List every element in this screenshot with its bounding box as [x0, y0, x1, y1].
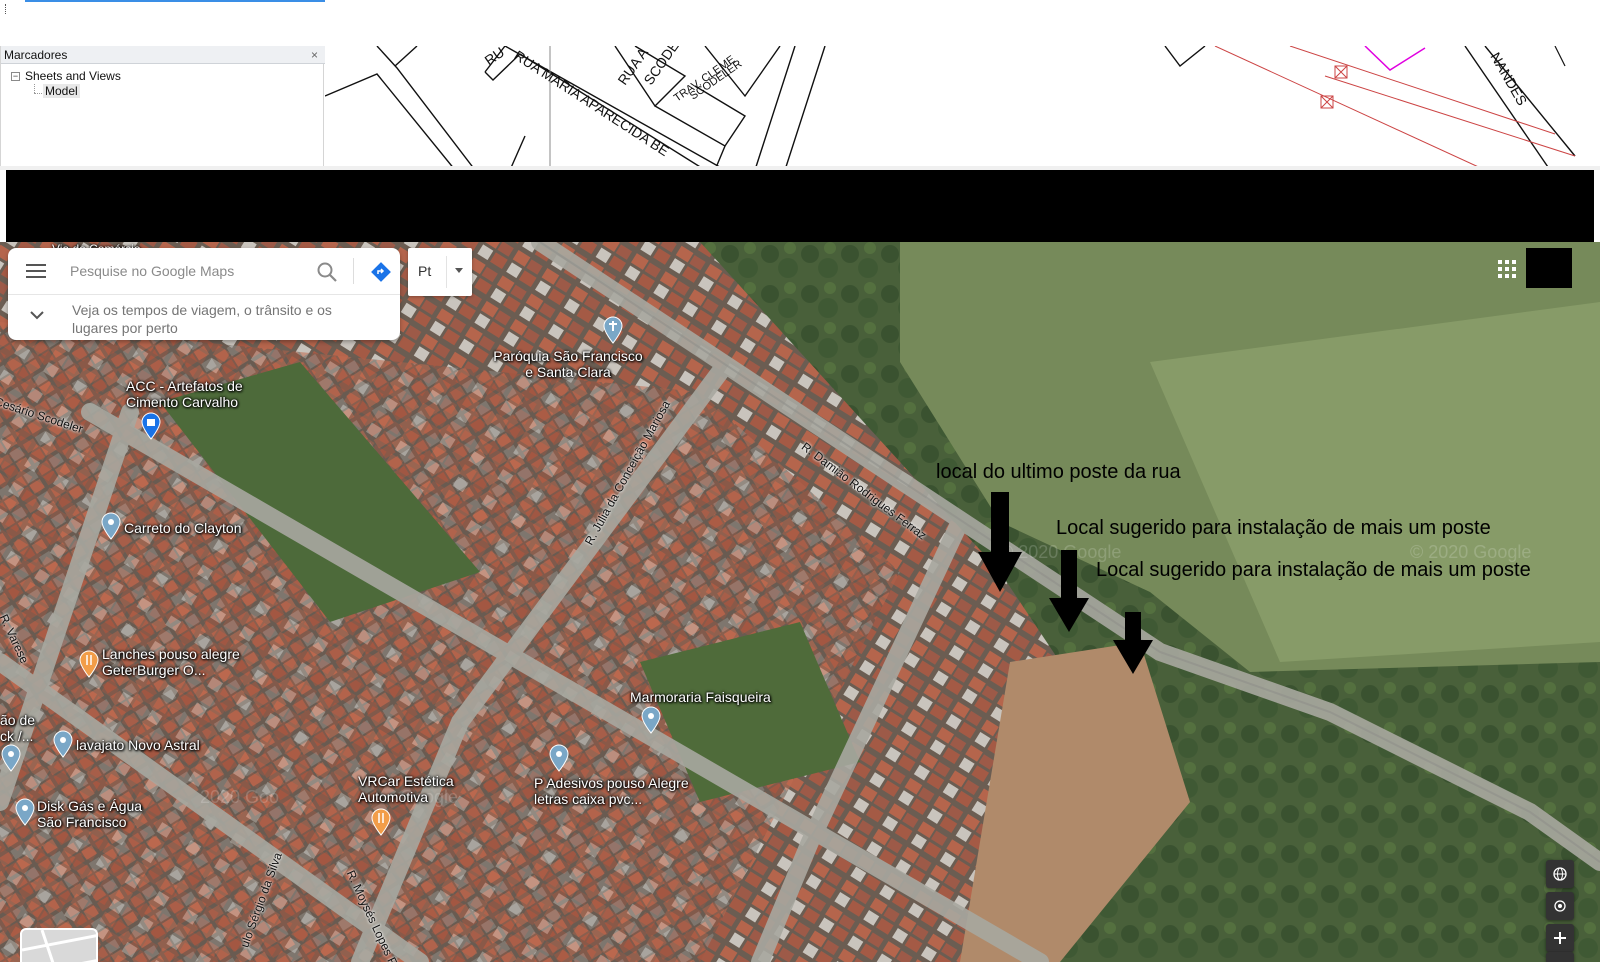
cad-application: Marcadores × − Sheets and Views Model RU… [0, 0, 1600, 170]
fork-knife-pin-icon[interactable] [370, 808, 392, 836]
down-arrow-icon [978, 492, 1022, 592]
tree-connector [34, 84, 35, 93]
satellite-imagery [0, 242, 1600, 962]
down-arrow-icon [1113, 612, 1153, 674]
layers-thumbnail[interactable] [20, 928, 98, 962]
shopping-bag-pin-icon[interactable] [140, 412, 162, 440]
place-label-padesivos[interactable]: P Adesivos pouso Alegre letras caixa pvc… [534, 775, 694, 807]
place-label-marmoraria[interactable]: Marmoraria Faisqueira [630, 689, 771, 705]
divider [353, 258, 354, 284]
bookmarks-title-text: Marcadores [4, 48, 68, 62]
place-name: ACC - Artefatos de Cimento Carvalho [126, 378, 243, 410]
zoom-out-button[interactable] [1546, 952, 1574, 962]
directions-icon[interactable] [370, 261, 392, 283]
screenshot-root: Marcadores × − Sheets and Views Model RU… [0, 0, 1600, 962]
map-thumbnail-icon [22, 930, 96, 962]
annotation-suggested-pole-2: Local sugerido para instalação de mais u… [1096, 559, 1531, 581]
close-icon[interactable]: × [311, 48, 318, 62]
cad-drawing-canvas[interactable]: RUA MARIA APARECIDA BE RU RUA A SCODE TR… [325, 46, 1600, 170]
place-label-lanches[interactable]: Lanches pouso alegre GeterBurger O... [102, 646, 242, 678]
place-label-acc[interactable]: ACC - Artefatos de Cimento Carvalho [126, 378, 256, 410]
pin-icon[interactable] [14, 798, 36, 826]
pin-icon[interactable] [640, 706, 662, 734]
globe-icon [1553, 867, 1567, 881]
tree-item-model[interactable]: Model [43, 84, 80, 98]
cross-pin-icon[interactable] [602, 316, 624, 344]
collapse-toggle-icon[interactable]: − [11, 71, 20, 81]
my-location-button[interactable] [1546, 892, 1574, 920]
chevron-down-icon[interactable] [30, 310, 44, 320]
pin-icon[interactable] [548, 744, 570, 772]
pin-icon[interactable] [0, 744, 22, 772]
place-label-cut-left[interactable]: ão de ck /... [0, 712, 40, 744]
bookmarks-panel-title: Marcadores × [1, 46, 325, 64]
place-label-carreto[interactable]: Carreto do Clayton [124, 520, 242, 536]
map-type-label: Pt [418, 263, 432, 279]
cad-label-ru: RU [482, 46, 508, 68]
tree-connector [34, 93, 42, 94]
globe-button[interactable] [1546, 860, 1574, 888]
place-label-paroquia[interactable]: Paróquia São Francisco e Santa Clara [488, 348, 648, 380]
bookmarks-panel: Marcadores × − Sheets and Views [0, 46, 325, 170]
location-icon [1554, 900, 1566, 912]
down-arrow-icon [1049, 550, 1089, 632]
divider [8, 294, 400, 295]
search-input[interactable] [70, 256, 300, 286]
place-label-vrcar[interactable]: VRCar Estética Automotiva [358, 773, 468, 805]
annotation-suggested-pole-1: Local sugerido para instalação de mais u… [1056, 517, 1491, 539]
explore-nearby-text[interactable]: Veja os tempos de viagem, o trânsito e o… [72, 301, 372, 337]
annotation-last-pole: local do ultimo poste da rua [936, 461, 1181, 483]
hamburger-menu-icon[interactable] [26, 264, 46, 278]
cad-street-plan: RUA MARIA APARECIDA BE RU RUA A SCODE TR… [325, 46, 1576, 170]
tree-item-sheets-and-views[interactable]: − Sheets and Views [11, 69, 121, 83]
place-label-lavajato[interactable]: lavajato Novo Astral [76, 737, 200, 753]
zoom-in-button[interactable] [1546, 924, 1574, 952]
cad-label-rua-maria: RUA MARIA APARECIDA BE [511, 47, 672, 159]
zoom-in-icon [1554, 932, 1566, 944]
toolbar-grip[interactable] [5, 4, 7, 14]
map-watermark: 2020 Goo [200, 787, 280, 807]
pin-icon[interactable] [52, 730, 74, 758]
pin-icon[interactable] [100, 512, 122, 540]
place-label-disk-gas[interactable]: Disk Gás e Água São Francisco [37, 798, 157, 830]
map-type-button[interactable]: Pt [408, 248, 472, 296]
active-tab-indicator [25, 0, 325, 2]
cad-label-nandes: NANDES [1487, 50, 1530, 109]
tree-item-label: Sheets and Views [25, 69, 121, 83]
map-satellite-view[interactable]: © 2020 Google © 2020 Google Google 2020 … [0, 242, 1600, 962]
search-card: Veja os tempos de viagem, o trânsito e o… [8, 248, 400, 340]
search-icon[interactable] [316, 261, 338, 283]
fork-knife-pin-icon[interactable] [78, 650, 100, 678]
apps-grid-icon[interactable] [1498, 260, 1516, 278]
caret-down-icon[interactable] [455, 268, 463, 273]
account-avatar[interactable] [1526, 248, 1572, 288]
redaction-bar [6, 170, 1594, 242]
divider [446, 256, 447, 288]
